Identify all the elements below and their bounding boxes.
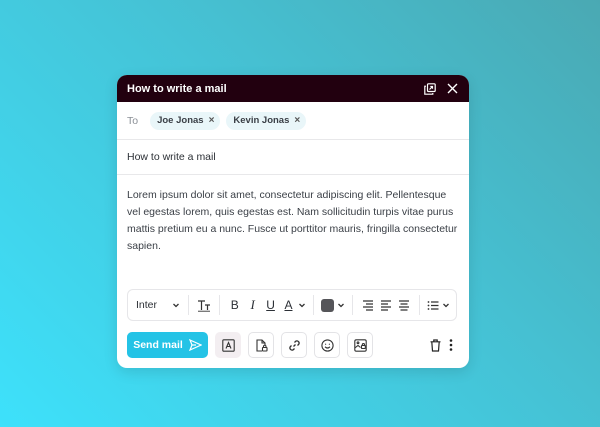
file-lock-icon xyxy=(255,338,268,352)
recipients-row[interactable]: To Joe Jonas × Kevin Jonas × xyxy=(117,102,469,140)
chevron-down-icon xyxy=(172,303,179,308)
text-size-icon[interactable] xyxy=(195,295,213,315)
italic-button[interactable]: I xyxy=(244,295,262,315)
send-mail-button[interactable]: Send mail xyxy=(127,332,208,358)
bold-button[interactable]: B xyxy=(226,295,244,315)
divider xyxy=(352,295,354,315)
close-icon[interactable] xyxy=(445,82,459,96)
align-right-icon[interactable] xyxy=(359,295,377,315)
send-icon xyxy=(188,339,202,351)
delete-button[interactable] xyxy=(427,335,443,355)
more-vertical-icon xyxy=(449,339,453,351)
remove-recipient-icon[interactable]: × xyxy=(209,115,215,126)
chevron-down-icon xyxy=(442,303,449,308)
highlight-color-button[interactable] xyxy=(320,295,346,315)
popout-icon[interactable] xyxy=(423,82,437,96)
text-color-dropdown[interactable] xyxy=(297,295,307,315)
chevron-down-icon xyxy=(338,303,345,308)
send-label: Send mail xyxy=(133,339,183,351)
titlebar: How to write a mail xyxy=(117,75,469,102)
underline-button[interactable]: U xyxy=(262,295,280,315)
text-color-button[interactable]: A xyxy=(280,295,298,315)
compose-window: How to write a mail To Joe Jonas × Kevin… xyxy=(117,75,469,368)
more-options-button[interactable] xyxy=(443,335,459,355)
remove-recipient-icon[interactable]: × xyxy=(294,115,300,126)
recipient-name: Kevin Jonas xyxy=(233,115,290,126)
divider xyxy=(187,295,189,315)
divider xyxy=(313,295,315,315)
attach-file-button[interactable] xyxy=(248,332,274,358)
smiley-icon xyxy=(320,338,334,352)
list-button[interactable] xyxy=(426,295,450,315)
font-select[interactable]: Inter xyxy=(134,295,182,315)
insert-link-button[interactable] xyxy=(281,332,307,358)
bullet-list-icon xyxy=(427,300,438,310)
recipient-chip: Joe Jonas × xyxy=(150,111,221,130)
recipient-name: Joe Jonas xyxy=(157,115,204,126)
image-lock-icon xyxy=(353,338,367,352)
to-label: To xyxy=(127,114,139,127)
divider xyxy=(419,295,421,315)
format-toolbar: Inter B I U A xyxy=(127,289,457,321)
insert-image-button[interactable] xyxy=(347,332,373,358)
font-name: Inter xyxy=(136,299,158,311)
action-bar: Send mail xyxy=(127,332,459,358)
chevron-down-icon xyxy=(299,303,306,308)
window-title: How to write a mail xyxy=(127,82,227,95)
recipient-chip: Kevin Jonas × xyxy=(226,111,307,130)
emoji-button[interactable] xyxy=(314,332,340,358)
text-format-button[interactable] xyxy=(215,332,241,358)
divider xyxy=(218,295,220,315)
text-format-icon xyxy=(221,338,235,352)
color-swatch xyxy=(321,298,335,312)
align-center-icon[interactable] xyxy=(395,295,413,315)
subject-field[interactable]: How to write a mail xyxy=(117,140,469,175)
align-left-icon[interactable] xyxy=(377,295,395,315)
link-icon xyxy=(288,339,300,351)
message-body[interactable]: Lorem ipsum dolor sit amet, consectetur … xyxy=(117,175,469,283)
trash-icon xyxy=(430,338,440,352)
